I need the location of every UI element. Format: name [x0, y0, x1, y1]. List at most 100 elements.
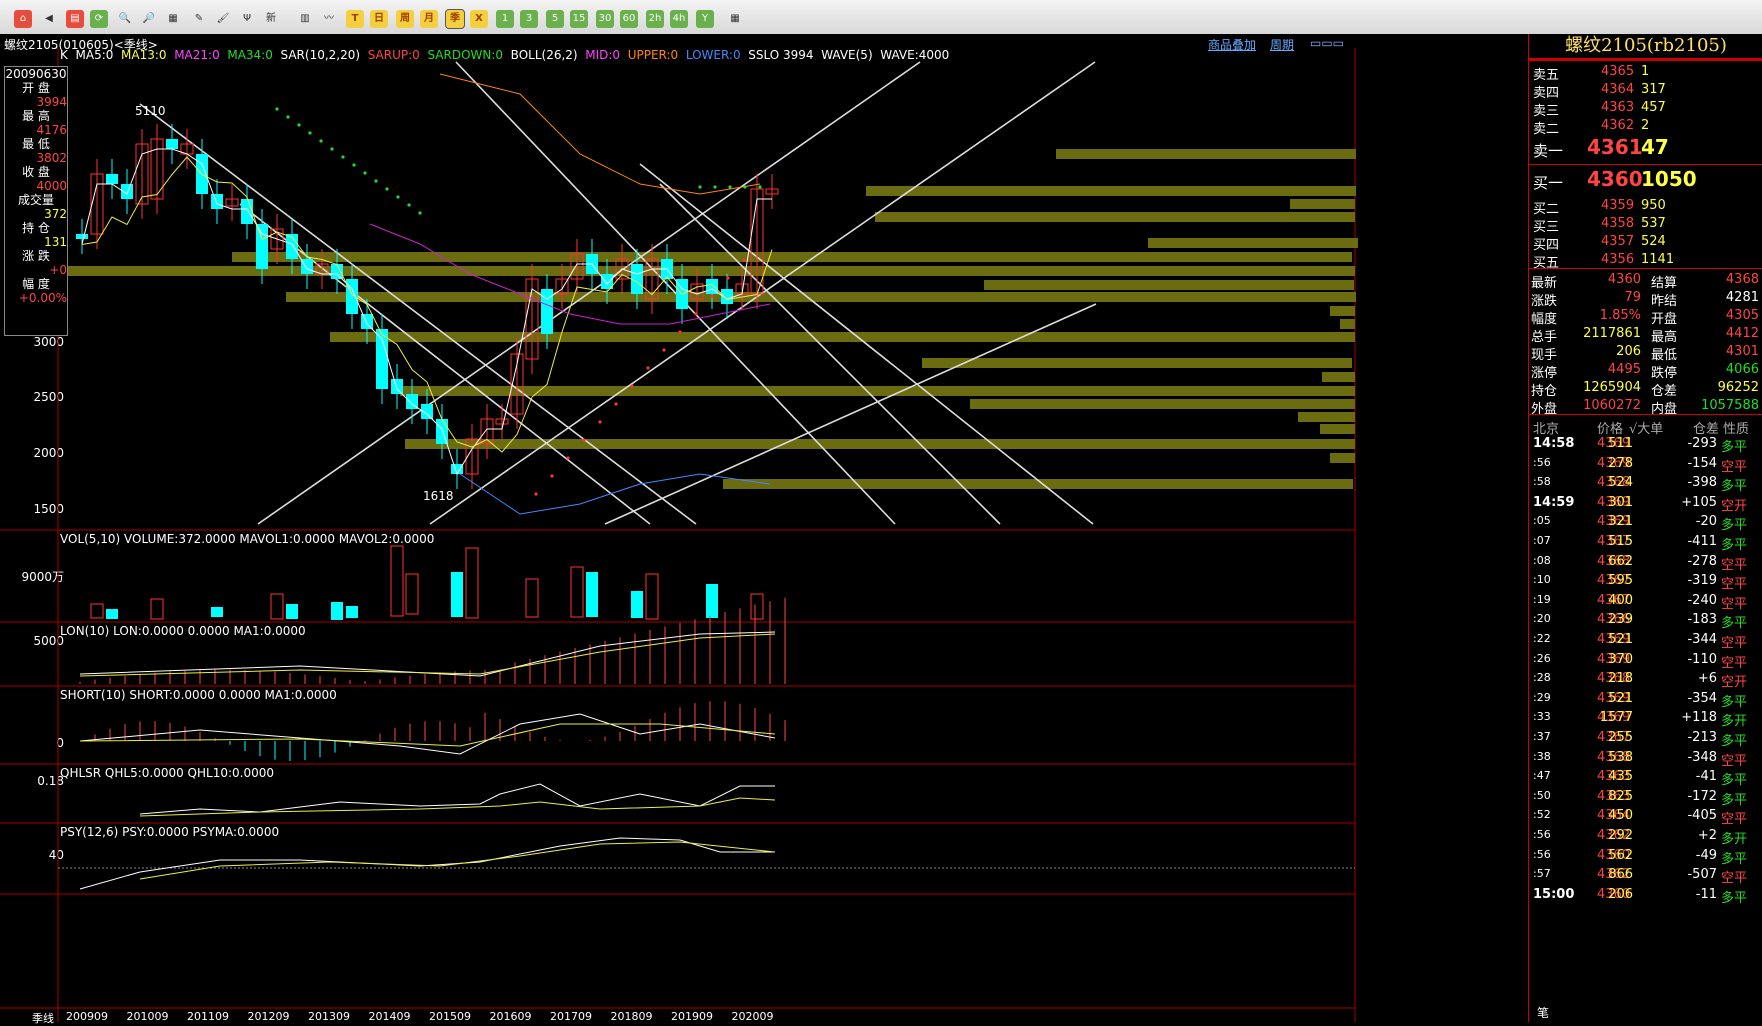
bid-row[interactable]: 买一 4360 1050	[1529, 166, 1762, 196]
month-icon[interactable]: 月	[420, 10, 438, 28]
sar-dot	[396, 195, 400, 199]
tick-row[interactable]: 14:58 4369 511 -293 多平	[1529, 434, 1762, 455]
bid-row[interactable]: 买三 4358 537	[1529, 214, 1762, 235]
refresh-icon[interactable]: ⟳	[90, 10, 108, 28]
tick-row[interactable]: :10 4367 595 -319 空平	[1529, 571, 1762, 592]
stat-row[interactable]: 持仓 1265904 仓差 96252	[1529, 378, 1762, 399]
tick-row[interactable]: :26 4369 370 -110 空平	[1529, 650, 1762, 671]
pin-icon[interactable]: Ψ	[238, 10, 256, 28]
tick-row[interactable]: :33 4369 1577 +118 多开	[1529, 708, 1762, 729]
tick-nature: 多平	[1721, 616, 1748, 632]
ask-row[interactable]: 卖五 4365 1	[1529, 62, 1762, 83]
stat-row[interactable]: 外盘 1060272 内盘 1057588	[1529, 396, 1762, 417]
tick-nature: 多平	[1721, 518, 1748, 534]
tick-row[interactable]: :56 4369 278 -154 空平	[1529, 454, 1762, 475]
x-icon[interactable]: X	[470, 10, 488, 28]
back-icon[interactable]: ◀	[40, 10, 58, 28]
year-icon[interactable]: Y	[696, 10, 714, 28]
tick-row[interactable]: :08 4368 662 -278 空平	[1529, 552, 1762, 573]
chart-icon[interactable]: ▤	[66, 10, 84, 28]
min3-icon[interactable]: 3	[520, 10, 538, 28]
ask-row[interactable]: 卖一 4361 47	[1529, 134, 1762, 164]
tick-row[interactable]: :28 4368 218 +6 空开	[1529, 669, 1762, 690]
tick-row[interactable]: :22 4369 521 -344 空平	[1529, 630, 1762, 651]
tick-volume: 521	[1608, 632, 1633, 647]
tick-oi: -110	[1687, 651, 1717, 667]
tick-row[interactable]: :19 4367 400 -240 空平	[1529, 591, 1762, 612]
volume-bar	[211, 607, 223, 617]
tick-row[interactable]: :50 4363 825 -172 多平	[1529, 787, 1762, 808]
day-icon[interactable]: 日	[370, 10, 388, 28]
tick-row[interactable]: :20 4366 239 -183 多平	[1529, 610, 1762, 632]
new-icon[interactable]: 新	[262, 10, 280, 28]
tick-volume: 511	[1608, 436, 1633, 451]
tick-row[interactable]: :07 4367 515 -411 多平	[1529, 532, 1762, 553]
min30-icon[interactable]: 30	[596, 10, 614, 28]
stat-row[interactable]: 总手 2117861 最高 4412	[1529, 324, 1762, 345]
min5-icon[interactable]: 5	[546, 10, 564, 28]
stat-value: 4066	[1725, 362, 1759, 377]
stat-row[interactable]: 幅度 1.85% 开盘 4305	[1529, 306, 1762, 327]
volume-bar	[706, 584, 718, 618]
volume-profile-bar	[60, 266, 1355, 276]
tick-row[interactable]: :56 4362 292 +2 多开	[1529, 826, 1762, 847]
tick-row[interactable]: :37 4367 255 -213 多平	[1529, 728, 1762, 749]
tick-footer[interactable]: 笔	[1537, 1004, 1549, 1021]
tick-oi: -172	[1687, 788, 1717, 804]
tick-volume: 538	[1608, 749, 1633, 765]
calendar-icon[interactable]: ▦	[726, 10, 744, 28]
bid-row[interactable]: 买五 4356 1141	[1529, 250, 1762, 271]
qhl5-line	[139, 783, 775, 815]
stat-row[interactable]: 现手 206 最低 4301	[1529, 342, 1762, 363]
volume-bar	[645, 573, 659, 620]
tick-time: :19	[1533, 592, 1551, 606]
tick-row[interactable]: :56 4360 562 -49 多平	[1529, 846, 1762, 867]
h2-icon[interactable]: 2h	[646, 10, 664, 28]
tick-time: :08	[1533, 553, 1551, 567]
season-icon[interactable]: 季	[445, 9, 465, 29]
tick-row[interactable]: 15:00 4360 206 -11 多平	[1529, 885, 1762, 906]
qhl10-line	[139, 797, 776, 817]
ask-row[interactable]: 卖二 4362 2	[1529, 116, 1762, 137]
tick-row[interactable]: :29 4369 521 -354 多平	[1529, 689, 1762, 710]
tick-header[interactable]: 北京 价格 √大单 仓差 性质	[1529, 416, 1762, 437]
ask-row[interactable]: 卖三 4363 457	[1529, 98, 1762, 119]
tick-volume: 825	[1608, 788, 1633, 804]
stat-value: 4360	[1607, 272, 1641, 287]
bid-row[interactable]: 买二 4359 950	[1529, 196, 1762, 217]
h4-icon[interactable]: 4h	[670, 10, 688, 28]
draw-icon[interactable]: ✎	[190, 10, 208, 28]
home-icon[interactable]: ⌂	[14, 10, 32, 28]
stat-value: 4305	[1725, 308, 1759, 323]
brush-icon[interactable]: 🖌	[214, 10, 232, 28]
tick-row[interactable]: :47 4363 435 -41 多平	[1529, 767, 1762, 788]
sar-dot	[662, 348, 666, 352]
min1-icon[interactable]: 1	[496, 10, 514, 28]
tick-row[interactable]: 14:59 4369 301 +105 空开	[1529, 493, 1762, 514]
zoom-out-icon[interactable]: 🔎	[140, 10, 158, 28]
stat-row[interactable]: 最新 4360 结算 4368	[1529, 270, 1762, 291]
bid-row[interactable]: 买四 4357 524	[1529, 232, 1762, 253]
tick-row[interactable]: :38 4368 538 -348 空平	[1529, 748, 1762, 769]
zoom-in-icon[interactable]: 🔍	[116, 10, 134, 28]
min15-icon[interactable]: 15	[570, 10, 588, 28]
bid-label: 买一	[1533, 174, 1564, 192]
week-icon[interactable]: 周	[396, 10, 414, 28]
tick-row[interactable]: :05 4369 321 -20 多平	[1529, 512, 1762, 534]
min60-icon[interactable]: 60	[620, 10, 638, 28]
tick-row[interactable]: :58 4368 524 -398 多平	[1529, 473, 1762, 494]
stat-row[interactable]: 涨停 4495 跌停 4066	[1529, 360, 1762, 381]
stat-value: 4301	[1725, 344, 1759, 359]
info-high: 4176	[36, 123, 67, 137]
layout-icon[interactable]: ▦	[164, 10, 182, 28]
tick-row[interactable]: :57 4362 866 -507 空平	[1529, 865, 1762, 886]
trend-icon[interactable]: 〰	[320, 10, 338, 28]
stat-row[interactable]: 涨跌 79 昨结 4281	[1529, 288, 1762, 309]
sar-dot	[598, 420, 602, 424]
ask-row[interactable]: 卖四 4364 317	[1529, 80, 1762, 101]
tick-row[interactable]: :52 4364 450 -405 空平	[1529, 806, 1762, 827]
table-icon[interactable]: ▥	[296, 10, 314, 28]
chart-area[interactable]: 螺纹2105(010605)<季线> 商品叠加 周期 ▭▭▭ K MA5:0 M…	[0, 34, 1528, 1025]
tick-icon[interactable]: T	[346, 10, 364, 28]
kline-chart[interactable]	[0, 34, 1528, 1022]
